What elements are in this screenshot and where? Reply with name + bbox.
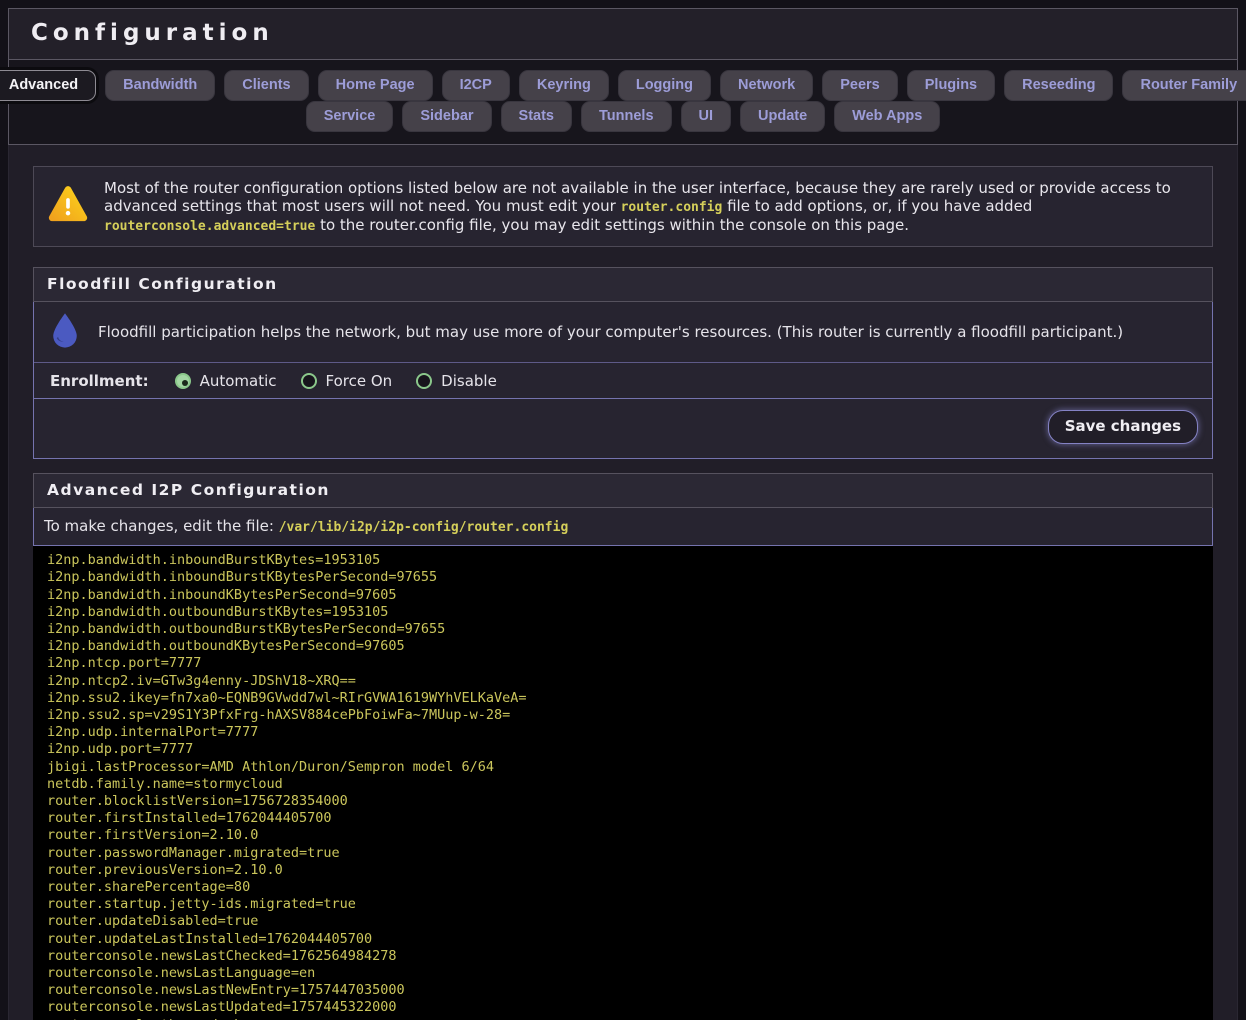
tab-home-page[interactable]: Home Page: [318, 70, 433, 101]
tab-peers[interactable]: Peers: [822, 70, 898, 101]
enrollment-option-disable[interactable]: Disable: [416, 372, 497, 390]
warning-text: Most of the router configuration options…: [104, 179, 1198, 234]
tab-update[interactable]: Update: [740, 101, 825, 132]
radio-label: Disable: [441, 372, 497, 390]
tab-network[interactable]: Network: [720, 70, 813, 101]
tab-clients[interactable]: Clients: [224, 70, 308, 101]
floodfill-info-text: Floodfill participation helps the networ…: [98, 323, 1123, 341]
tab-tunnels[interactable]: Tunnels: [581, 101, 672, 132]
advanced-warning-box: Most of the router configuration options…: [33, 166, 1213, 247]
tab-row-2: Service Sidebar Stats Tunnels UI Update Web Ap…: [25, 101, 1221, 132]
code-advanced-true: routerconsole.advanced=true: [104, 219, 315, 234]
enrollment-option-force-on[interactable]: Force On: [301, 372, 393, 390]
radio-button-icon[interactable]: [301, 373, 317, 389]
code-router-config: router.config: [621, 200, 723, 215]
enrollment-option-automatic[interactable]: Automatic: [175, 372, 277, 390]
config-nav: AdvancedBandwidthClientsHome PageI2CPKey…: [8, 60, 1238, 145]
tab-logging[interactable]: Logging: [618, 70, 711, 101]
radio-label: Automatic: [200, 372, 277, 390]
tab-web-apps[interactable]: Web Apps: [834, 101, 940, 132]
water-drop-icon: [48, 312, 82, 352]
router-config-listing: i2np.bandwidth.inboundBurstKBytes=195310…: [47, 552, 1213, 1020]
tab-sidebar[interactable]: Sidebar: [402, 101, 491, 132]
tab-reseeding[interactable]: Reseeding: [1004, 70, 1113, 101]
enrollment-radio-group: Automatic Force On Disable: [175, 372, 497, 390]
tab-bandwidth[interactable]: Bandwidth: [105, 70, 215, 101]
section-gap: [33, 459, 1213, 473]
tab-service[interactable]: Service: [306, 101, 394, 132]
tab-row-1: AdvancedBandwidthClientsHome PageI2CPKey…: [25, 70, 1221, 101]
floodfill-section-body: Floodfill participation helps the networ…: [33, 302, 1213, 459]
floodfill-section-header: Floodfill Configuration: [33, 267, 1213, 302]
enrollment-row: Enrollment: Automatic Force On Disable: [34, 363, 1212, 399]
tab-stats[interactable]: Stats: [501, 101, 572, 132]
radio-button-icon[interactable]: [175, 373, 191, 389]
radio-button-icon[interactable]: [416, 373, 432, 389]
advanced-section-header: Advanced I2P Configuration: [33, 473, 1213, 508]
warning-triangle-icon: [48, 186, 88, 227]
content-area: Most of the router configuration options…: [8, 145, 1238, 1020]
tab-router-family[interactable]: Router Family: [1122, 70, 1246, 101]
config-listing-block: i2np.bandwidth.inboundBurstKBytes=195310…: [33, 545, 1213, 1020]
radio-label: Force On: [326, 372, 393, 390]
enrollment-label: Enrollment:: [50, 372, 149, 390]
edit-note-text: To make changes, edit the file:: [44, 517, 279, 535]
config-file-path: /var/lib/i2p/i2p-config/router.config: [279, 520, 569, 535]
page-title: Configuration: [31, 20, 1215, 46]
save-changes-button[interactable]: Save changes: [1048, 410, 1198, 444]
tab-ui[interactable]: UI: [681, 101, 732, 132]
floodfill-info-row: Floodfill participation helps the networ…: [34, 302, 1212, 363]
title-band: Configuration: [8, 8, 1238, 60]
tab-advanced[interactable]: Advanced: [0, 70, 96, 101]
tab-plugins[interactable]: Plugins: [907, 70, 995, 101]
edit-note-row: To make changes, edit the file: /var/lib…: [33, 508, 1213, 545]
tab-keyring[interactable]: Keyring: [519, 70, 609, 101]
save-row: Save changes: [34, 399, 1212, 458]
tab-i2cp[interactable]: I2CP: [442, 70, 510, 101]
